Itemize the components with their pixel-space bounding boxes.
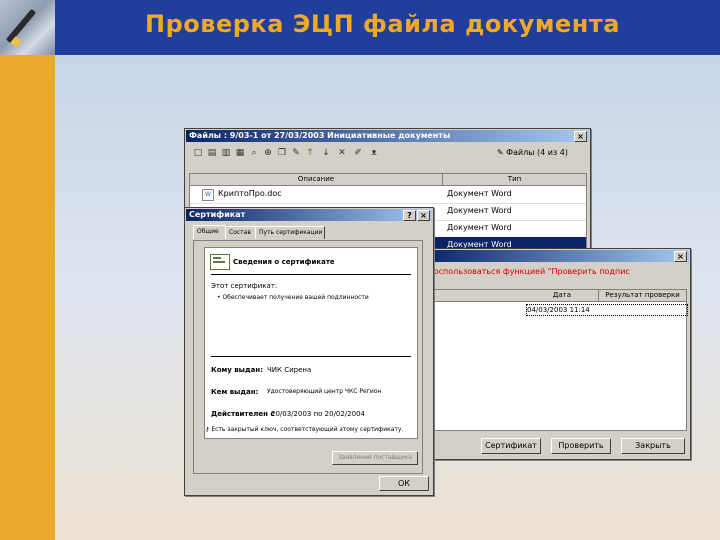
check-instruction-text: воспользоваться функцией "Проверить подп… [429,267,630,276]
divider [211,274,411,275]
column-header-description[interactable]: Описание [190,174,443,186]
check-result-row[interactable]: 04/03/2003 11:14 [526,304,688,316]
edit-icon[interactable]: ✐ [353,148,363,158]
divider [211,356,411,357]
column-header-blank [430,290,527,302]
close-icon[interactable]: × [417,210,430,221]
pen-logo-icon [0,0,55,55]
move-up-icon[interactable]: ↑ [305,148,315,158]
valid-label: Действителен с [211,410,275,418]
slide-sidebar [0,55,55,540]
open-file-icon[interactable]: ▤ [207,148,217,158]
private-key-note: ⚷ Есть закрытый ключ, соответствующий эт… [205,426,404,433]
close-icon[interactable]: × [574,131,587,142]
binoculars-icon[interactable]: ᴥ [369,148,379,158]
certificate-window: Сертификат ? × Общие Состав Путь сертифи… [184,207,434,496]
check-window-titlebar: × [426,250,689,262]
cert-general-panel: Сведения о сертификате Этот сертификат: … [193,240,423,474]
cert-purpose-value: • Обеспечивает получение вашей подлиннос… [217,294,369,301]
table-row[interactable]: W КриптоПро.doc Документ Word [190,186,586,204]
key-icon: ⚷ [205,426,210,433]
valid-value: 20/03/2003 по 20/02/2004 [271,410,366,418]
files-window-titlebar: Файлы : 9/03-1 от 27/03/2003 Инициативны… [186,130,589,142]
issued-by-value: Удостоверяющий центр ЧКС Регион [267,388,382,395]
column-header-date[interactable]: Дата [526,290,599,302]
issued-to-label: Кому выдан: [211,366,264,374]
verify-button[interactable]: Проверить [551,438,611,454]
tab-cert-path[interactable]: Путь сертификации [255,226,325,239]
paperclip-icon: ✎ [496,148,504,157]
delete-icon[interactable]: ✕ [337,148,347,158]
sign-icon[interactable]: ✎ [291,148,301,158]
slide-header: Проверка ЭЦП файла документа [0,0,720,55]
help-icon[interactable]: ? [403,210,416,221]
close-button[interactable]: Закрыть [621,438,685,454]
check-date-value: 04/03/2003 11:14 [527,306,590,314]
certificate-icon [210,254,230,270]
close-icon[interactable]: × [674,251,687,262]
cert-purpose-label: Этот сертификат: [211,282,278,290]
ok-button[interactable]: ОК [379,476,429,491]
cert-info-header: Сведения о сертификате [233,258,335,266]
word-doc-icon: W [202,189,214,201]
cert-info-box: Сведения о сертификате Этот сертификат: … [204,247,418,439]
issued-by-label: Кем выдан: [211,388,259,396]
files-window-title: Файлы : 9/03-1 от 27/03/2003 Инициативны… [189,131,451,140]
check-results-table: Дата Результат проверки 04/03/2003 11:14 [429,289,688,431]
issued-to-value: ЧИК Сирена [267,366,312,374]
view-icon[interactable]: ▦ [235,148,245,158]
issuer-statement-button[interactable]: Заявление поставщика [332,451,418,465]
tab-details[interactable]: Состав [225,226,257,239]
copy-icon[interactable]: ❐ [277,148,287,158]
column-header-type[interactable]: Тип [443,174,586,186]
cert-window-title: Сертификат [189,210,246,219]
paste-icon[interactable]: ▥ [221,148,231,158]
page-title: Проверка ЭЦП файла документа [145,10,620,38]
cert-window-titlebar: Сертификат ? × [186,209,432,221]
files-count-label: ✎ Файлы (4 из 4) [496,148,568,157]
search-icon[interactable]: ⌕ [249,148,259,158]
column-header-result[interactable]: Результат проверки [599,290,686,302]
zoom-icon[interactable]: ⊕ [263,148,273,158]
signature-check-window: × воспользоваться функцией "Проверить по… [424,248,691,460]
move-down-icon[interactable]: ↓ [321,148,331,158]
certificate-button[interactable]: Сертификат [481,438,541,454]
tab-general[interactable]: Общие [193,225,227,239]
new-file-icon[interactable]: □ [193,148,203,158]
